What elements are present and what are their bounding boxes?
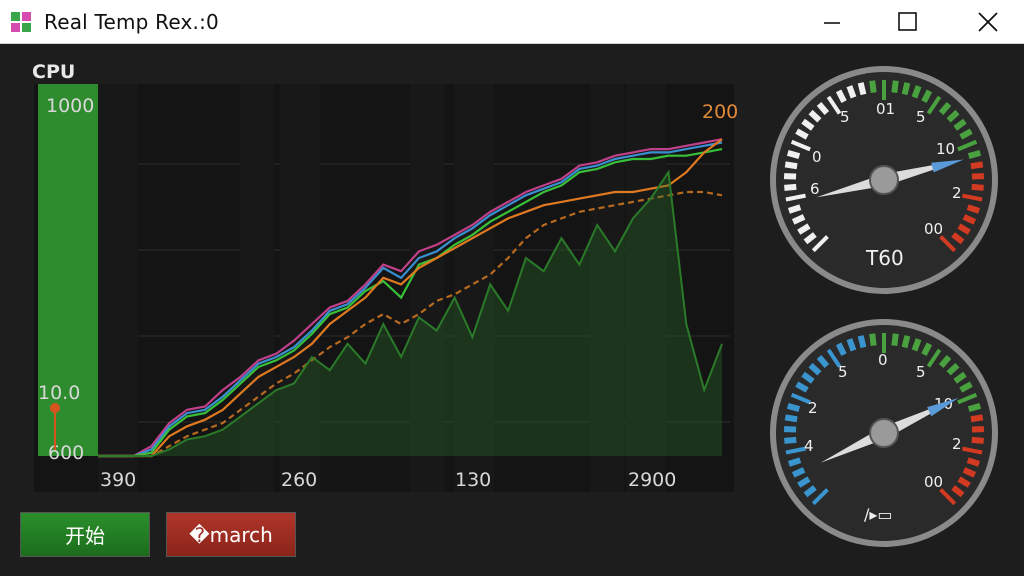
cpu-temperature-gauge: T60 6 0 5 01 5 10 2 00: [770, 66, 998, 294]
minimize-icon: [824, 22, 840, 24]
gauge-top-tick-7: 00: [924, 220, 943, 238]
gauge-hub: [869, 418, 899, 448]
gauge-tick: [846, 338, 857, 352]
gauge-top-tick-2: 5: [840, 108, 850, 126]
gauge-tick: [857, 335, 867, 349]
minimize-button[interactable]: [804, 0, 860, 44]
grid-band: [98, 84, 138, 492]
gauge-tick: [911, 85, 922, 99]
app-grid-icon: [11, 12, 31, 32]
gauge-top-tick-3: 01: [876, 100, 895, 118]
y-mid-label: 10.0: [38, 382, 80, 404]
cpu-temperature-chart: CPU 1000 10.0 600 200 390 260 130 2900: [0, 46, 760, 506]
title-bar[interactable]: Real Temp Rex.:0: [0, 0, 1024, 44]
gauge-bottom-tick-2: 5: [838, 363, 848, 381]
gauge-tick: [966, 204, 981, 214]
gauge-tick: [846, 85, 857, 99]
peak-label: 200: [702, 101, 738, 123]
y-bottom-label: 600: [48, 442, 84, 464]
gauge-top-tick-4: 5: [916, 108, 926, 126]
gauge-tick: [784, 183, 797, 191]
x-tick-3: 2900: [628, 469, 676, 491]
gauge-tick: [857, 82, 867, 96]
gauge-bottom-tick-1: 2: [808, 399, 818, 417]
gauge-tick: [891, 80, 899, 93]
gauge-tick: [901, 335, 911, 349]
stop-button[interactable]: �march: [166, 512, 296, 557]
gauge-tick: [786, 402, 801, 413]
gauge-bottom-tick-6: 2: [952, 435, 962, 453]
start-button[interactable]: 开始: [20, 512, 150, 557]
gauge-tick: [970, 161, 984, 170]
gauge-top-label: T60: [865, 246, 904, 270]
gauge-bottom-tick-7: 00: [924, 473, 943, 491]
gauge-tick: [784, 414, 798, 423]
gauge-tick: [967, 149, 982, 160]
app-window: Real Temp Rex.:0 CPU 1000 10.0 600 200 3…: [0, 0, 1024, 576]
gauge-tick: [869, 333, 877, 346]
gauge-tick: [869, 80, 877, 93]
gauge-top-tick-5: 10: [936, 140, 955, 158]
gauge-top-tick-1: 0: [812, 148, 822, 166]
gauge-tick: [784, 161, 798, 170]
gauge-tick: [911, 338, 922, 352]
gauge-bottom-label: /▸▭: [864, 505, 893, 524]
y-top-label: 1000: [46, 95, 94, 117]
maximize-icon: [898, 12, 917, 31]
gauge-tick: [891, 333, 899, 346]
close-icon: [978, 12, 998, 32]
gauge-tick: [967, 402, 982, 413]
gauge-top-tick-0: 6: [810, 180, 820, 198]
gauge-bottom-tick-4: 5: [916, 363, 926, 381]
gauge-tick: [971, 436, 984, 444]
gauge-tick: [970, 414, 984, 423]
gauge-tick: [787, 204, 802, 214]
gauge-top-tick-6: 2: [952, 184, 962, 202]
gauge-tick: [787, 457, 802, 467]
maximize-button[interactable]: [880, 0, 936, 44]
x-tick-2: 130: [455, 469, 491, 491]
chart-title: CPU: [32, 61, 75, 83]
gauge-tick: [784, 436, 797, 444]
gauge-bottom-tick-3: 0: [878, 351, 888, 369]
close-button[interactable]: [960, 0, 1016, 44]
gauge-tick: [966, 457, 981, 467]
x-tick-0: 390: [100, 469, 136, 491]
gauge-bottom-tick-0: 4: [804, 437, 814, 455]
gauge-hub: [869, 165, 899, 195]
gauge-tick: [786, 149, 801, 160]
gauge-tick: [901, 82, 911, 96]
gauge-tick: [971, 183, 984, 191]
gpu-temperature-gauge: /▸▭ 4 2 5 0 5 10 2 00: [770, 319, 998, 547]
x-tick-1: 260: [281, 469, 317, 491]
window-title: Real Temp Rex.:0: [44, 10, 219, 34]
